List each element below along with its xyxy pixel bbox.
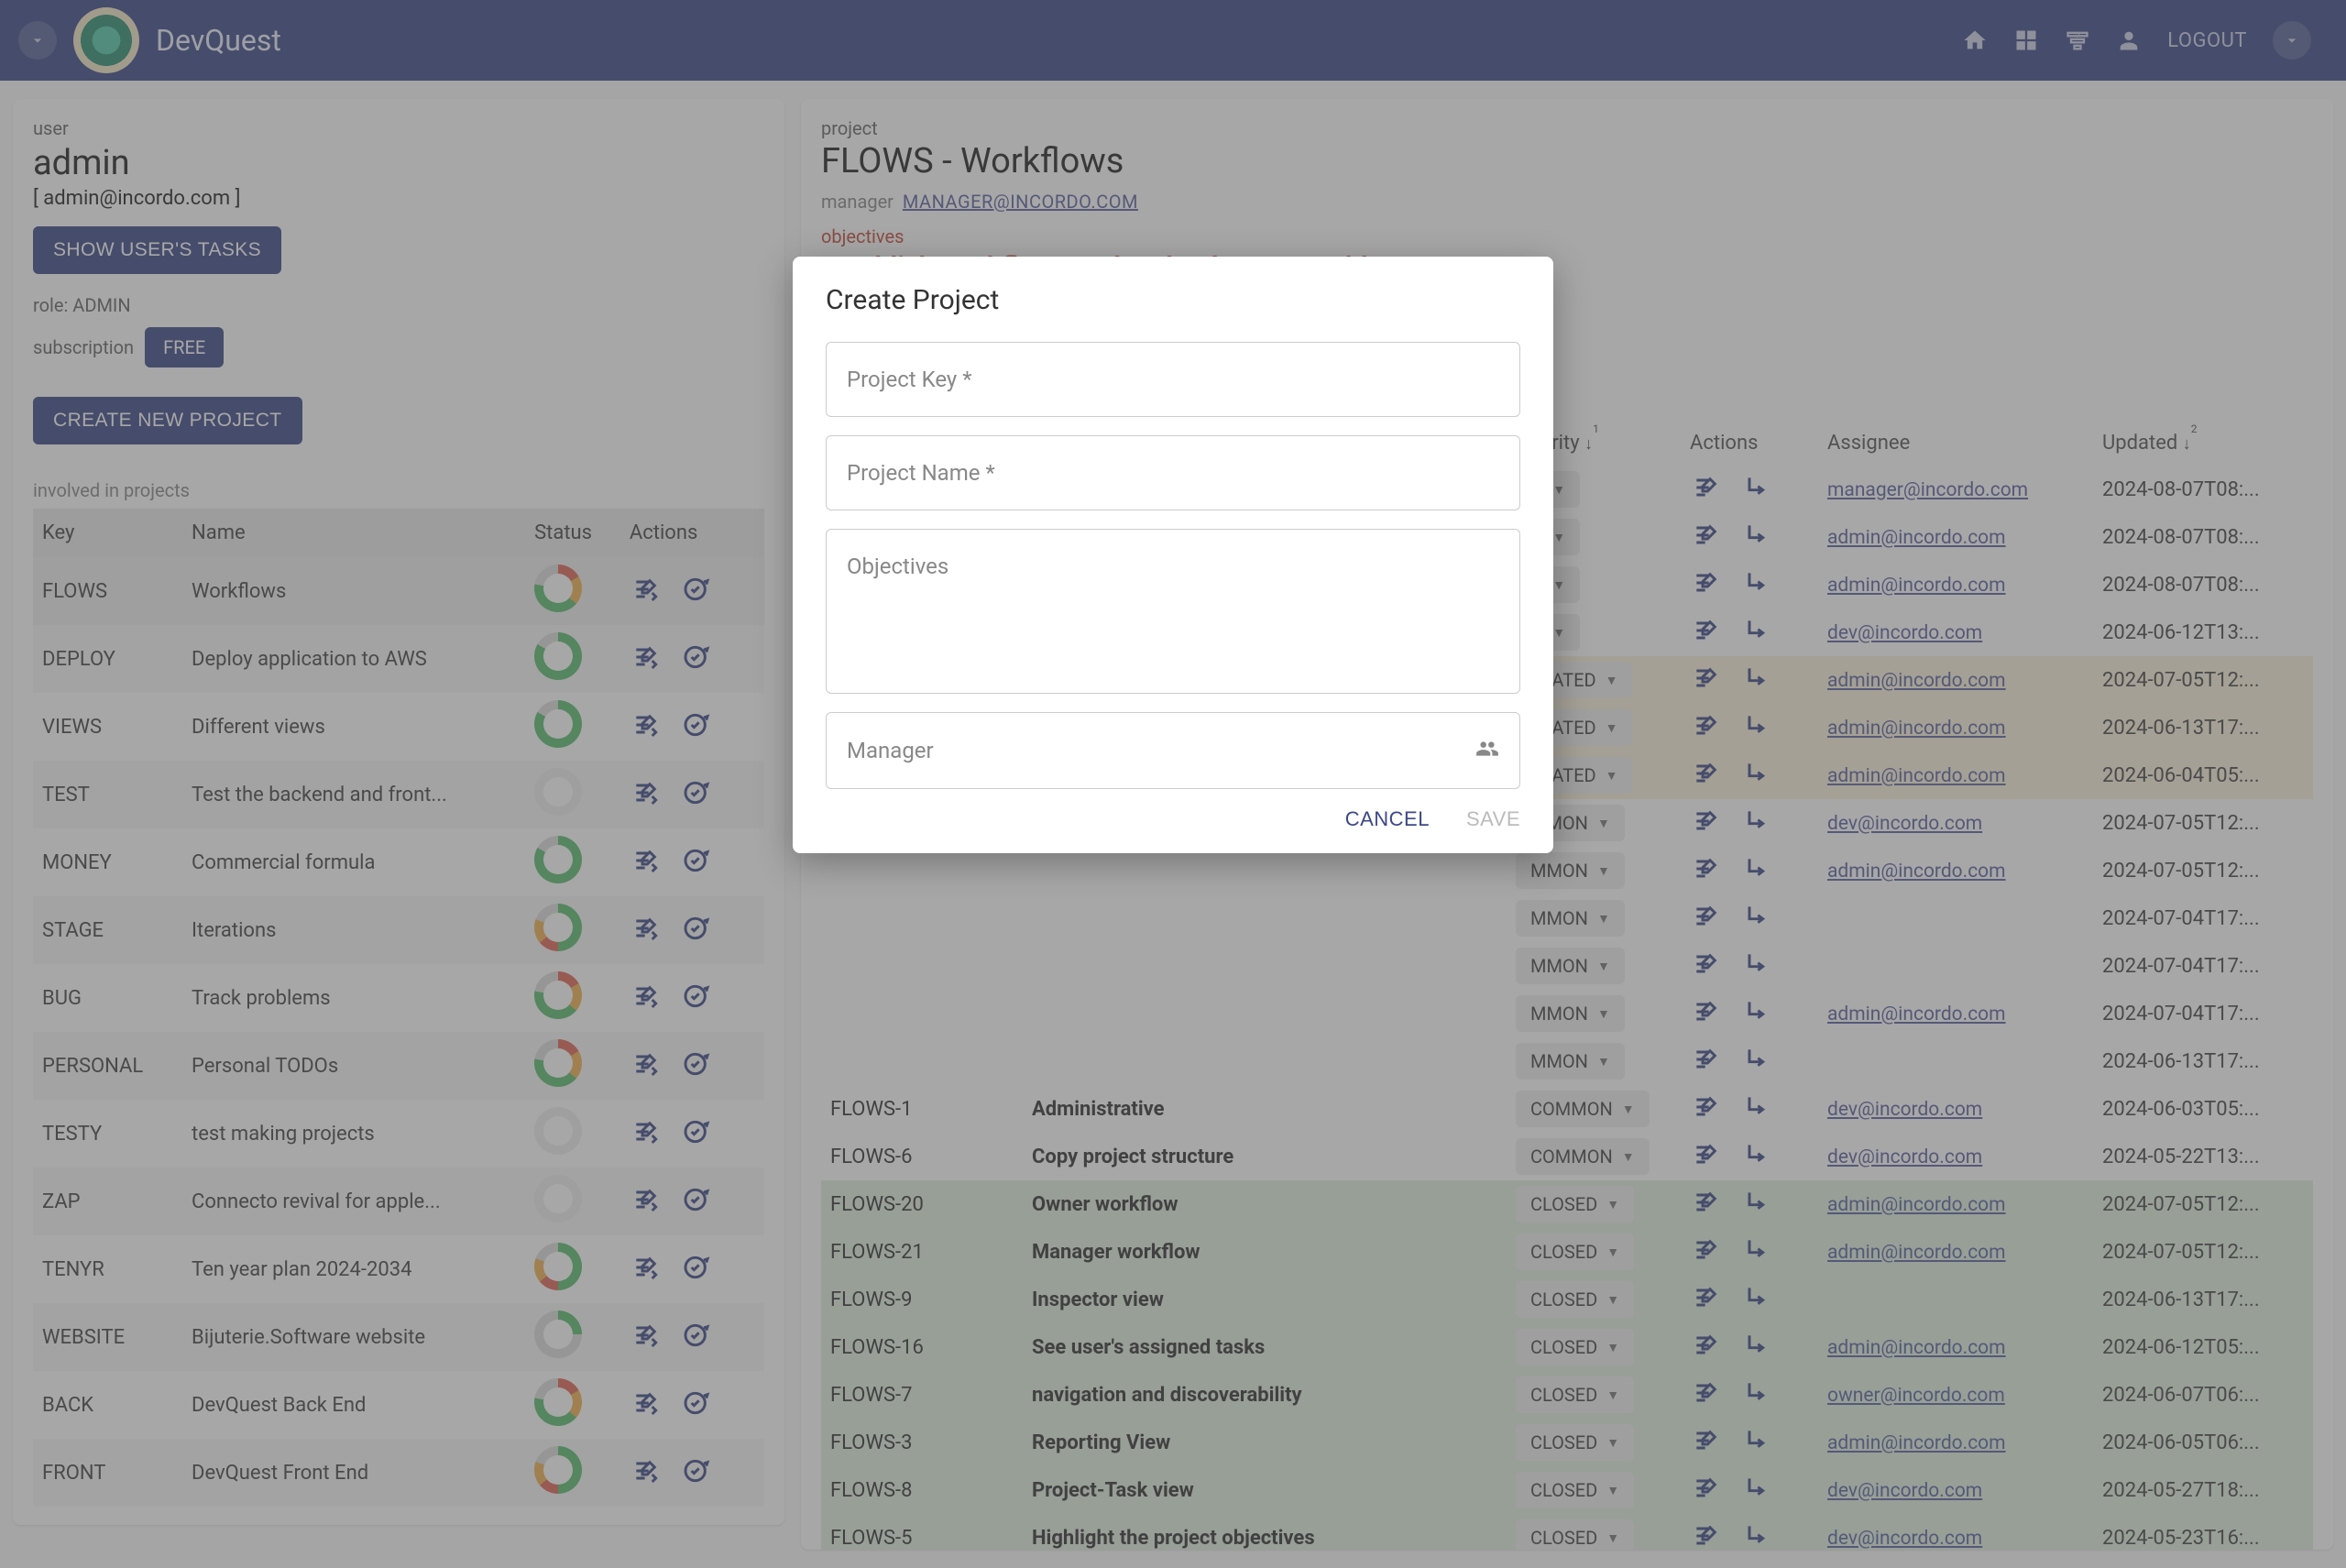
project-key-field[interactable]: Project Key * (826, 342, 1520, 417)
modal-title: Create Project (826, 284, 1520, 316)
people-icon (1475, 737, 1499, 764)
manager-field[interactable]: Manager (826, 712, 1520, 789)
save-button[interactable]: SAVE (1466, 807, 1520, 831)
cancel-button[interactable]: CANCEL (1345, 807, 1430, 831)
project-name-field[interactable]: Project Name * (826, 435, 1520, 510)
objectives-field[interactable]: Objectives (826, 529, 1520, 694)
create-project-modal: Create Project Project Key * Project Nam… (793, 257, 1553, 853)
modal-scrim[interactable]: Create Project Project Key * Project Nam… (0, 0, 2346, 1568)
